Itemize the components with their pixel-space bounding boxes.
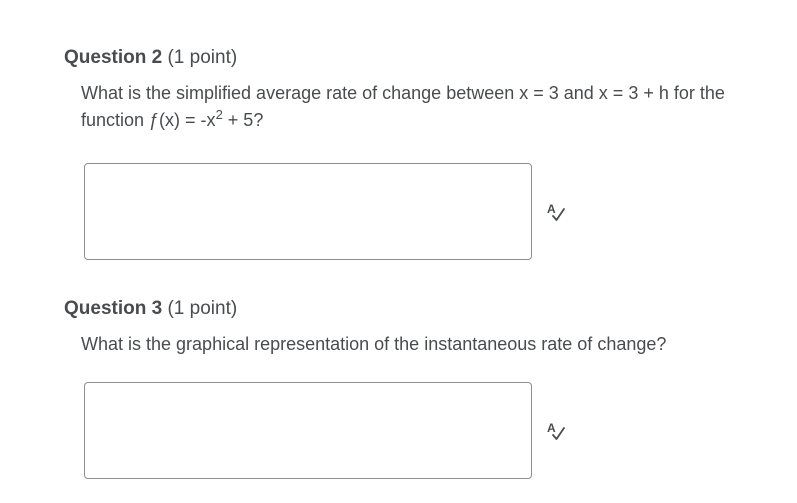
svg-text:A: A — [547, 421, 556, 435]
question-2-title: Question 2 — [64, 47, 163, 68]
question-3-answer-row: A — [84, 382, 565, 480]
question-2-prompt-tail: + 5? — [222, 110, 264, 130]
question-2-prompt-text: What is the simplified average rate of c… — [81, 83, 725, 130]
question-2: Question 2 (1 point) What is the simplif… — [64, 44, 781, 134]
question-2-points: (1 point) — [167, 47, 238, 68]
exponent: 2 — [215, 107, 223, 122]
question-2-header: Question 2 (1 point) — [64, 44, 781, 72]
question-3-prompt: What is the graphical representation of … — [81, 334, 667, 354]
question-2-answer-field[interactable] — [84, 163, 532, 260]
question-3-header: Question 3 (1 point) — [64, 295, 781, 323]
spellcheck-icon[interactable]: A — [546, 201, 568, 223]
question-3-answer-field[interactable] — [84, 382, 532, 479]
question-2-prompt: What is the simplified average rate of c… — [81, 80, 781, 134]
question-3-points: (1 point) — [167, 298, 238, 319]
svg-text:A: A — [547, 202, 556, 216]
question-2-answer-row: A — [84, 163, 565, 261]
question-3-title: Question 3 — [64, 298, 163, 319]
quiz-page: Question 2 (1 point) What is the simplif… — [0, 0, 797, 503]
question-3: Question 3 (1 point) What is the graphic… — [64, 295, 781, 358]
spellcheck-icon[interactable]: A — [546, 420, 568, 442]
